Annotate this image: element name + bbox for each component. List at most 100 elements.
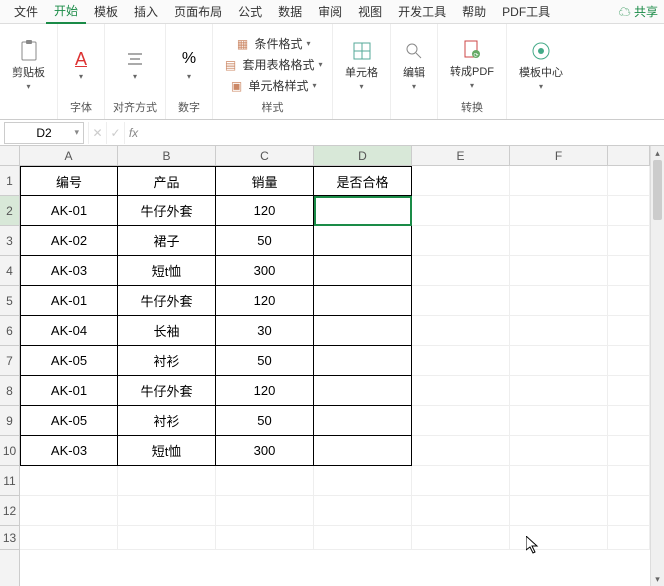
menu-tab-3[interactable]: 插入 — [126, 0, 166, 23]
cell-C2[interactable]: 120 — [216, 196, 314, 226]
cell-F11[interactable] — [510, 466, 608, 496]
cell-D11[interactable] — [314, 466, 412, 496]
cell-B4[interactable]: 短t恤 — [118, 256, 216, 286]
cell-B10[interactable]: 短t恤 — [118, 436, 216, 466]
col-header-[interactable] — [608, 146, 650, 165]
cell-A13[interactable] — [20, 526, 118, 550]
scroll-up-icon[interactable]: ▴ — [651, 146, 664, 160]
clipboard-button[interactable]: 剪贴板 ▾ — [8, 38, 49, 93]
cell-grid[interactable]: 编号产品销量是否合格AK-01牛仔外套120AK-02裙子50AK-03短t恤3… — [20, 166, 650, 586]
cell-E12[interactable] — [412, 496, 510, 526]
number-button[interactable]: % ▾ — [174, 46, 204, 83]
cell-A9[interactable]: AK-05 — [20, 406, 118, 436]
menu-tab-6[interactable]: 数据 — [270, 0, 310, 23]
cell-F3[interactable] — [510, 226, 608, 256]
cell-C11[interactable] — [216, 466, 314, 496]
cell-10[interactable] — [608, 436, 650, 466]
pdf-button[interactable]: ⟳ 转成PDF ▾ — [446, 37, 498, 92]
col-header-D[interactable]: D — [314, 146, 412, 165]
cell-B3[interactable]: 裙子 — [118, 226, 216, 256]
row-header-5[interactable]: 5 — [0, 286, 19, 316]
cell-E8[interactable] — [412, 376, 510, 406]
font-button[interactable]: A ▾ — [66, 46, 96, 83]
cell-A11[interactable] — [20, 466, 118, 496]
share-button[interactable]: 共享 — [613, 0, 664, 23]
cell-9[interactable] — [608, 406, 650, 436]
menu-tab-11[interactable]: PDF工具 — [494, 0, 558, 23]
cell-F7[interactable] — [510, 346, 608, 376]
cell-F2[interactable] — [510, 196, 608, 226]
cell-7[interactable] — [608, 346, 650, 376]
cell-2[interactable] — [608, 196, 650, 226]
row-header-3[interactable]: 3 — [0, 226, 19, 256]
cell-F10[interactable] — [510, 436, 608, 466]
cell-B1[interactable]: 产品 — [118, 166, 216, 196]
menu-tab-2[interactable]: 模板 — [86, 0, 126, 23]
cell-F12[interactable] — [510, 496, 608, 526]
cell-E1[interactable] — [412, 166, 510, 196]
cell-C1[interactable]: 销量 — [216, 166, 314, 196]
cell-12[interactable] — [608, 496, 650, 526]
cell-5[interactable] — [608, 286, 650, 316]
cell-E7[interactable] — [412, 346, 510, 376]
cell-D13[interactable] — [314, 526, 412, 550]
cell-3[interactable] — [608, 226, 650, 256]
cell-A2[interactable]: AK-01 — [20, 196, 118, 226]
cell-6[interactable] — [608, 316, 650, 346]
cell-A5[interactable]: AK-01 — [20, 286, 118, 316]
select-all-corner[interactable] — [0, 146, 20, 166]
col-header-E[interactable]: E — [412, 146, 510, 165]
menu-tab-4[interactable]: 页面布局 — [166, 0, 230, 23]
cell-A8[interactable]: AK-01 — [20, 376, 118, 406]
template-button[interactable]: 模板中心 ▾ — [515, 38, 567, 93]
cell-F1[interactable] — [510, 166, 608, 196]
row-header-6[interactable]: 6 — [0, 316, 19, 346]
cell-C13[interactable] — [216, 526, 314, 550]
menu-tab-7[interactable]: 审阅 — [310, 0, 350, 23]
cell-A4[interactable]: AK-03 — [20, 256, 118, 286]
cell-C5[interactable]: 120 — [216, 286, 314, 316]
row-header-10[interactable]: 10 — [0, 436, 19, 466]
row-header-12[interactable]: 12 — [0, 496, 19, 526]
cell-D5[interactable] — [314, 286, 412, 316]
cell-E6[interactable] — [412, 316, 510, 346]
menu-tab-5[interactable]: 公式 — [230, 0, 270, 23]
cancel-button[interactable]: ✕ — [88, 122, 106, 144]
cell-D9[interactable] — [314, 406, 412, 436]
cell-C6[interactable]: 30 — [216, 316, 314, 346]
cell-B11[interactable] — [118, 466, 216, 496]
cell-8[interactable] — [608, 376, 650, 406]
cell-E10[interactable] — [412, 436, 510, 466]
row-header-11[interactable]: 11 — [0, 466, 19, 496]
menu-tab-1[interactable]: 开始 — [46, 0, 86, 24]
formula-input[interactable] — [142, 122, 664, 144]
cell-A3[interactable]: AK-02 — [20, 226, 118, 256]
cell-B7[interactable]: 衬衫 — [118, 346, 216, 376]
cell-E5[interactable] — [412, 286, 510, 316]
cell-A6[interactable]: AK-04 — [20, 316, 118, 346]
cell-4[interactable] — [608, 256, 650, 286]
align-button[interactable]: ▾ — [120, 46, 150, 83]
cell-13[interactable] — [608, 526, 650, 550]
scroll-track[interactable] — [651, 160, 664, 572]
row-header-8[interactable]: 8 — [0, 376, 19, 406]
cell-A12[interactable] — [20, 496, 118, 526]
cells-button[interactable]: 单元格 ▾ — [341, 38, 382, 93]
editing-button[interactable]: 编辑 ▾ — [399, 38, 429, 93]
cell-B6[interactable]: 长袖 — [118, 316, 216, 346]
cell-F13[interactable] — [510, 526, 608, 550]
cell-C8[interactable]: 120 — [216, 376, 314, 406]
cell-D4[interactable] — [314, 256, 412, 286]
cell-B2[interactable]: 牛仔外套 — [118, 196, 216, 226]
cell-D8[interactable] — [314, 376, 412, 406]
style-item-0[interactable]: ▦条件格式 ▾ — [234, 35, 310, 52]
cell-D7[interactable] — [314, 346, 412, 376]
cell-A1[interactable]: 编号 — [20, 166, 118, 196]
row-header-1[interactable]: 1 — [0, 166, 19, 196]
cell-E11[interactable] — [412, 466, 510, 496]
cell-F8[interactable] — [510, 376, 608, 406]
cell-D1[interactable]: 是否合格 — [314, 166, 412, 196]
col-header-A[interactable]: A — [20, 146, 118, 165]
cell-B13[interactable] — [118, 526, 216, 550]
cell-E4[interactable] — [412, 256, 510, 286]
